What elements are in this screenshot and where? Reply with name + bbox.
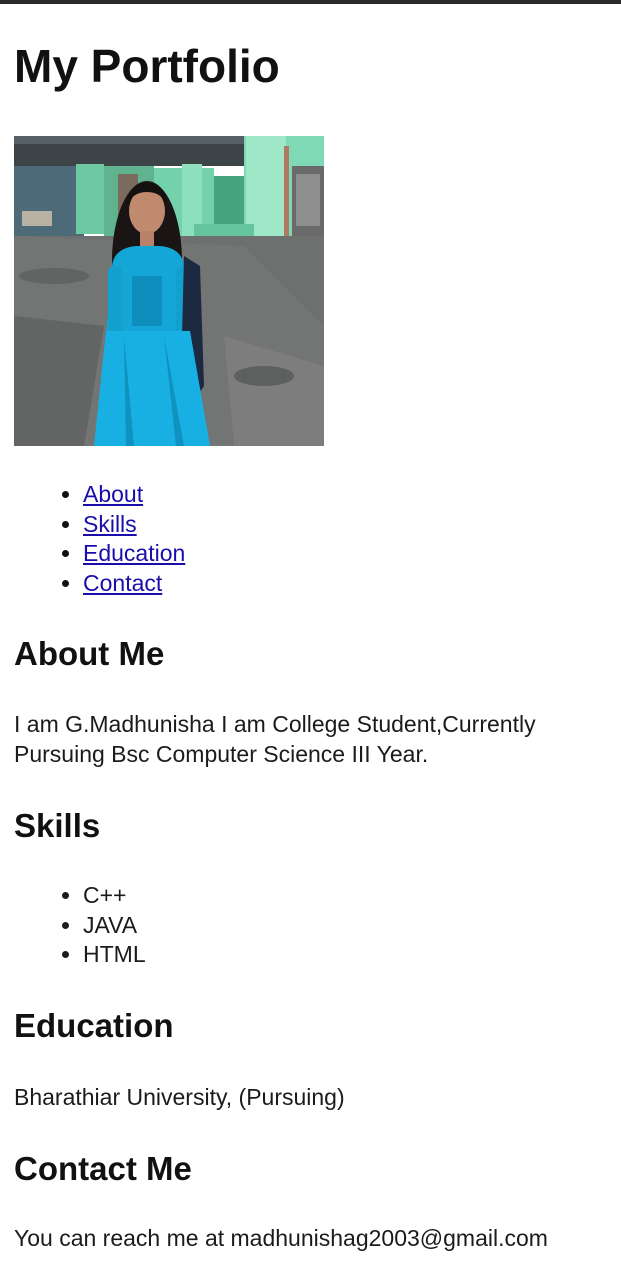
contact-text: You can reach me at madhunishag2003@gmai… bbox=[14, 1225, 548, 1251]
education-text: Bharathiar University, (Pursuing) bbox=[14, 1084, 345, 1110]
nav-link-contact[interactable]: Contact bbox=[83, 570, 162, 596]
nav-item-skills: Skills bbox=[83, 510, 185, 540]
nav-item-education: Education bbox=[83, 539, 185, 569]
profile-photo bbox=[14, 136, 324, 446]
education-heading: Education bbox=[14, 1007, 174, 1044]
nav-link-about[interactable]: About bbox=[83, 481, 143, 507]
browser-top-bar bbox=[0, 0, 621, 4]
skill-item: C++ bbox=[83, 881, 146, 911]
skill-item: HTML bbox=[83, 940, 146, 970]
nav-item-about: About bbox=[83, 480, 185, 510]
contact-heading: Contact Me bbox=[14, 1150, 192, 1187]
skills-list: C++ JAVA HTML bbox=[0, 881, 146, 970]
about-heading: About Me bbox=[14, 635, 165, 672]
nav-link-education[interactable]: Education bbox=[83, 540, 185, 566]
about-text: I am G.Madhunisha I am College Student,C… bbox=[14, 711, 536, 767]
skills-heading: Skills bbox=[14, 807, 101, 844]
nav-menu: About Skills Education Contact bbox=[0, 480, 185, 598]
nav-item-contact: Contact bbox=[83, 569, 185, 599]
page-title: My Portfolio bbox=[14, 40, 280, 92]
skill-item: JAVA bbox=[83, 911, 146, 941]
nav-link-skills[interactable]: Skills bbox=[83, 511, 137, 537]
